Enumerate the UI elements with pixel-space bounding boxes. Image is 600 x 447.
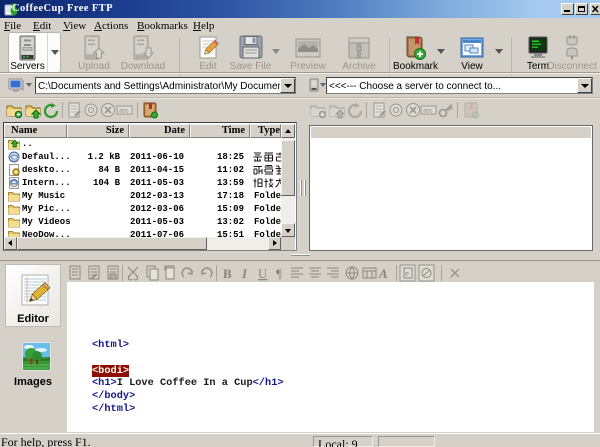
svg-text:¶: ¶ bbox=[276, 266, 282, 281]
svg-text:e: e bbox=[405, 271, 409, 278]
svg-text:U: U bbox=[258, 266, 268, 281]
svg-text:A: A bbox=[378, 266, 388, 281]
svg-text:I: I bbox=[241, 266, 248, 281]
svg-text:B: B bbox=[223, 266, 232, 281]
